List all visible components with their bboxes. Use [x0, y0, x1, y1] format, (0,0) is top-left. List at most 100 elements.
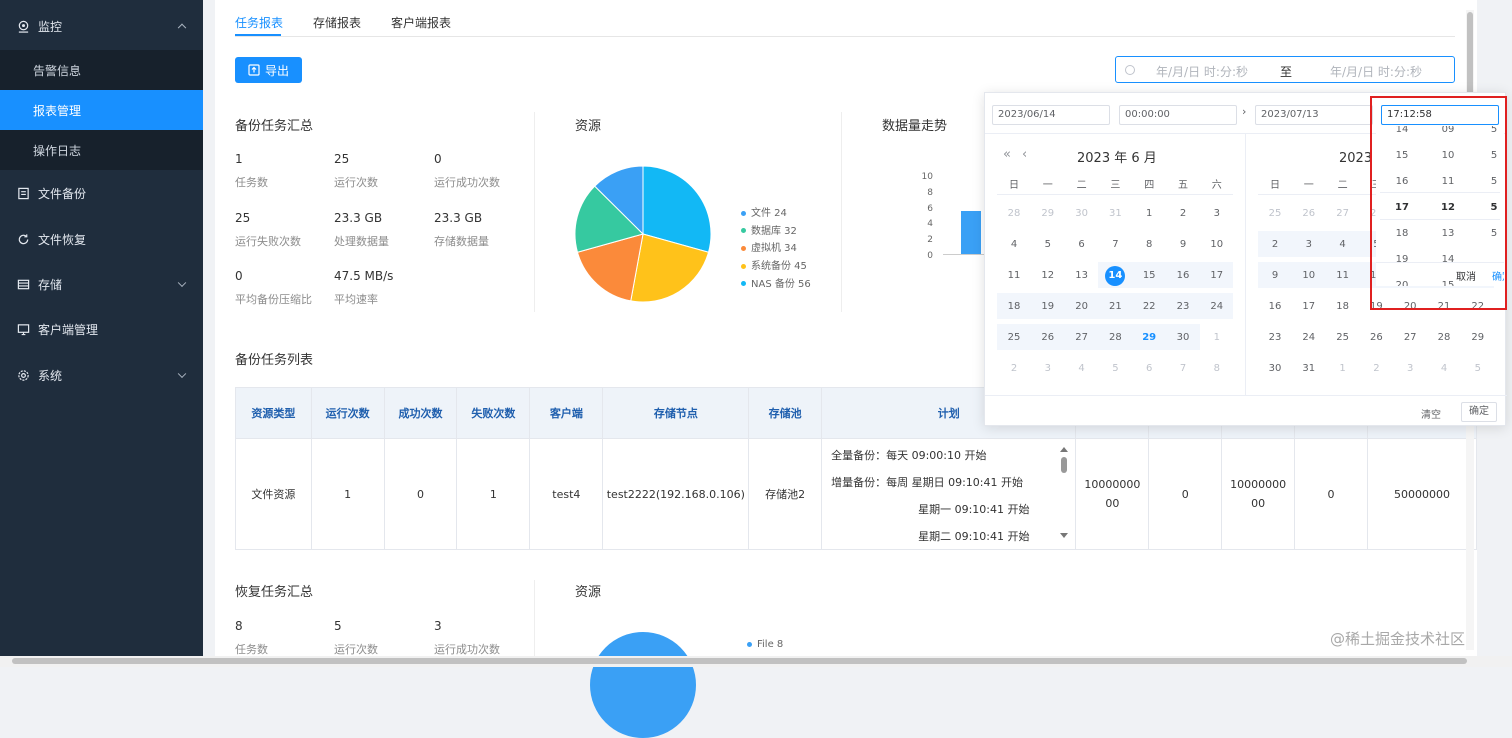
- calendar-day[interactable]: 8: [1200, 356, 1234, 382]
- calendar-day[interactable]: 8: [1132, 232, 1166, 258]
- calendar-day[interactable]: 27: [1326, 201, 1360, 227]
- calendar-day[interactable]: 24: [1292, 325, 1326, 351]
- calendar-day[interactable]: 11: [1326, 263, 1360, 289]
- calendar-day[interactable]: 7: [1166, 356, 1200, 382]
- calendar-day[interactable]: 9: [1258, 263, 1292, 289]
- calendar-day[interactable]: 30: [1166, 325, 1200, 351]
- confirm-button[interactable]: 确定: [1461, 402, 1497, 422]
- calendar-day[interactable]: 10: [1292, 263, 1326, 289]
- tab-storage-report[interactable]: 存储报表: [313, 14, 361, 31]
- calendar-day[interactable]: 14: [1098, 263, 1132, 289]
- calendar-day[interactable]: 26: [1359, 325, 1393, 351]
- clear-button[interactable]: 清空: [1421, 406, 1441, 421]
- calendar-day[interactable]: 2: [997, 356, 1031, 382]
- calendar-day[interactable]: 18: [997, 294, 1031, 320]
- sidebar-item-monitor[interactable]: 监控: [0, 6, 203, 46]
- tab-client-report[interactable]: 客户端报表: [391, 14, 451, 31]
- calendar-day[interactable]: 28: [1098, 325, 1132, 351]
- calendar-day[interactable]: 23: [1166, 294, 1200, 320]
- calendar-day[interactable]: 3: [1393, 356, 1427, 382]
- sidebar-item-client-management[interactable]: 客户端管理: [0, 309, 203, 349]
- calendar-day[interactable]: 18: [1326, 294, 1360, 320]
- start-date-input[interactable]: 2023/06/14: [992, 105, 1110, 125]
- calendar-day[interactable]: 31: [1098, 201, 1132, 227]
- calendar-day[interactable]: 17: [1292, 294, 1326, 320]
- scroll-up-arrow[interactable]: [1060, 447, 1068, 452]
- calendar-day[interactable]: 6: [1065, 232, 1099, 258]
- calendar-day[interactable]: 3: [1031, 356, 1065, 382]
- calendar-day[interactable]: 10: [1200, 232, 1234, 258]
- calendar-day[interactable]: 16: [1258, 294, 1292, 320]
- sidebar-item-storage[interactable]: 存储: [0, 264, 203, 304]
- calendar-day[interactable]: 23: [1258, 325, 1292, 351]
- calendar-day[interactable]: 11: [997, 263, 1031, 289]
- calendar-day[interactable]: 3: [1200, 201, 1234, 227]
- scroll-down-arrow[interactable]: [1060, 533, 1068, 538]
- calendar-day[interactable]: 2: [1166, 201, 1200, 227]
- start-time-placeholder[interactable]: 年/月/日 时:分:秒: [1156, 63, 1248, 80]
- calendar-day[interactable]: 17: [1200, 263, 1234, 289]
- calendar-day[interactable]: 5: [1098, 356, 1132, 382]
- calendar-day[interactable]: 9: [1166, 232, 1200, 258]
- column-header: 运行次数: [311, 388, 384, 439]
- calendar-day[interactable]: 4: [997, 232, 1031, 258]
- sidebar-item-logs[interactable]: 操作日志: [0, 130, 203, 170]
- calendar-day[interactable]: 26: [1031, 325, 1065, 351]
- end-time-placeholder[interactable]: 年/月/日 时:分:秒: [1330, 63, 1422, 80]
- calendar-day[interactable]: 16: [1166, 263, 1200, 289]
- calendar-day[interactable]: 28: [997, 201, 1031, 227]
- calendar-day[interactable]: 2: [1359, 356, 1393, 382]
- calendar-day[interactable]: 27: [1393, 325, 1427, 351]
- calendar-day[interactable]: 19: [1031, 294, 1065, 320]
- calendar-day[interactable]: 25: [997, 325, 1031, 351]
- calendar-day[interactable]: 20: [1065, 294, 1099, 320]
- calendar-day[interactable]: 3: [1292, 232, 1326, 258]
- calendar-day[interactable]: 22: [1132, 294, 1166, 320]
- calendar-day[interactable]: 24: [1200, 294, 1234, 320]
- calendar-day[interactable]: 13: [1065, 263, 1099, 289]
- table-cell: 0: [1149, 439, 1222, 550]
- calendar-day[interactable]: 31: [1292, 356, 1326, 382]
- date-range-input[interactable]: 年/月/日 时:分:秒 至 年/月/日 时:分:秒: [1115, 56, 1455, 83]
- calendar-day[interactable]: 30: [1258, 356, 1292, 382]
- calendar-day[interactable]: 4: [1065, 356, 1099, 382]
- plan-scroll-thumb[interactable]: [1061, 457, 1067, 473]
- calendar-day[interactable]: 4: [1326, 232, 1360, 258]
- calendar-day[interactable]: 6: [1132, 356, 1166, 382]
- tab-task-report[interactable]: 任务报表: [235, 14, 283, 31]
- calendar-day[interactable]: 21: [1098, 294, 1132, 320]
- calendar-day[interactable]: 25: [1258, 201, 1292, 227]
- calendar-day[interactable]: 1: [1132, 201, 1166, 227]
- sidebar-item-label: 报表管理: [33, 102, 81, 119]
- sidebar-item-alerts[interactable]: 告警信息: [0, 50, 203, 90]
- calendar-day[interactable]: 5: [1031, 232, 1065, 258]
- end-date-input[interactable]: 2023/07/13: [1255, 105, 1373, 125]
- calendar-day[interactable]: 27: [1065, 325, 1099, 351]
- calendar-day[interactable]: 5: [1461, 356, 1495, 382]
- sidebar-item-file-restore[interactable]: 文件恢复: [0, 219, 203, 259]
- calendar-day[interactable]: 12: [1031, 263, 1065, 289]
- calendar-day[interactable]: 29: [1031, 201, 1065, 227]
- export-button[interactable]: 导出: [235, 57, 302, 83]
- horizontal-scrollbar[interactable]: [0, 656, 1512, 667]
- start-time-input[interactable]: 00:00:00: [1119, 105, 1237, 125]
- scrollbar-thumb[interactable]: [12, 658, 1467, 664]
- table-row[interactable]: 文件资源 1 0 1 test4 test2222(192.168.0.106)…: [236, 439, 1477, 550]
- calendar-day[interactable]: 29: [1461, 325, 1495, 351]
- sidebar-item-file-backup[interactable]: 文件备份: [0, 173, 203, 213]
- calendar-day[interactable]: 26: [1292, 201, 1326, 227]
- calendar-day[interactable]: 28: [1427, 325, 1461, 351]
- calendar-day[interactable]: 1: [1200, 325, 1234, 351]
- sidebar-item-reports[interactable]: 报表管理: [0, 90, 203, 130]
- calendar-day[interactable]: 15: [1132, 263, 1166, 289]
- calendar-day[interactable]: 29: [1132, 325, 1166, 351]
- prev-year-icon[interactable]: «: [1003, 147, 1011, 162]
- calendar-day[interactable]: 30: [1065, 201, 1099, 227]
- calendar-day[interactable]: 7: [1098, 232, 1132, 258]
- calendar-day[interactable]: 2: [1258, 232, 1292, 258]
- calendar-day[interactable]: 25: [1326, 325, 1360, 351]
- sidebar-item-system[interactable]: 系统: [0, 355, 203, 395]
- calendar-day[interactable]: 4: [1427, 356, 1461, 382]
- prev-month-icon[interactable]: ‹: [1022, 147, 1027, 162]
- calendar-day[interactable]: 1: [1326, 356, 1360, 382]
